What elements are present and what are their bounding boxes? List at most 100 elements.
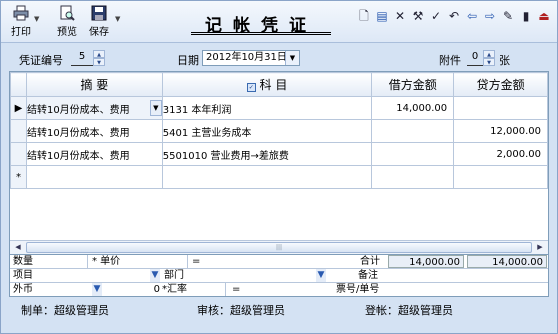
- debit-cell[interactable]: [371, 119, 455, 143]
- account-cell[interactable]: [161, 165, 373, 189]
- scroll-left-icon[interactable]: ◀: [12, 242, 24, 253]
- date-label: 日期: [177, 54, 199, 67]
- auditor-text: 审核：超级管理员: [197, 304, 285, 317]
- exit-icon[interactable]: ⏏: [537, 9, 551, 23]
- summary-cell[interactable]: 结转10月份成本、费用: [25, 142, 163, 166]
- row-gutter: [10, 119, 27, 143]
- price-field[interactable]: [126, 255, 188, 268]
- col-account[interactable]: ✓ 科 目: [161, 72, 373, 97]
- account-cell[interactable]: 3131 本年利润: [161, 96, 373, 120]
- brush-icon[interactable]: ✎: [501, 9, 515, 23]
- toolbar: 打印 ▼ 预览 保存 ▼ 记帐凭证 🗋 ▤ ✕ ⚒ ✓ ↶ ⇦ ⇨ ✎ ▮ ⏏: [1, 1, 557, 43]
- total-label: 合计: [360, 256, 380, 267]
- credit-cell[interactable]: 12,000.00: [453, 119, 548, 143]
- attach-label: 附件: [439, 54, 461, 67]
- previous-icon[interactable]: ⇦: [465, 9, 479, 23]
- rate-field[interactable]: [196, 283, 226, 296]
- checkbox-icon[interactable]: ✓: [246, 83, 256, 92]
- debit-cell[interactable]: 14,000.00: [371, 96, 455, 120]
- check-icon[interactable]: ✓: [429, 9, 443, 23]
- spin-down-icon[interactable]: ▼: [483, 58, 495, 66]
- printer-icon: [13, 5, 29, 21]
- date-picker[interactable]: 2012年10月31日 ▼: [202, 50, 300, 66]
- qty-label: 数量: [13, 256, 33, 267]
- qty-field[interactable]: [38, 255, 88, 268]
- scroll-right-icon[interactable]: ▶: [534, 242, 546, 253]
- summary-cell[interactable]: 结转10月份成本、费用 ▼: [25, 96, 163, 120]
- col-summary[interactable]: 摘 要: [25, 72, 163, 97]
- summary-cell[interactable]: [25, 165, 163, 189]
- currency-label: 外币: [13, 284, 33, 295]
- voucher-no-field[interactable]: 5: [71, 50, 93, 66]
- print-label: 打印: [11, 27, 31, 38]
- attach-unit: 张: [499, 54, 510, 67]
- save-button[interactable]: 保存: [87, 5, 111, 39]
- page-title: 记帐凭证: [191, 9, 331, 36]
- currency-dropdown-icon[interactable]: ▼: [92, 283, 102, 296]
- voucher-no-spinner[interactable]: ▲ ▼: [93, 50, 105, 66]
- summary-cell[interactable]: 结转10月份成本、费用: [25, 119, 163, 143]
- remark-field[interactable]: [388, 269, 548, 282]
- delete-row-icon[interactable]: ✕: [393, 9, 407, 23]
- preview-button[interactable]: 预览: [55, 5, 79, 39]
- price-label: * 单价: [92, 256, 121, 267]
- rate-eq: =: [232, 284, 241, 295]
- attach-count-field[interactable]: 0: [467, 50, 483, 66]
- print-button[interactable]: 打印: [9, 5, 33, 39]
- total-debit: 14,000.00: [388, 255, 464, 268]
- maker-text: 制单：超级管理员: [21, 304, 109, 317]
- currency-value[interactable]: 0: [150, 283, 160, 296]
- col-account-label: 科 目: [259, 78, 288, 92]
- preview-label: 预览: [57, 27, 77, 38]
- spin-down-icon[interactable]: ▼: [93, 58, 105, 66]
- dept-dropdown-icon[interactable]: ▼: [316, 269, 326, 282]
- table-row[interactable]: 结转10月份成本、费用 5401 主营业务成本 12,000.00: [10, 119, 548, 143]
- ticket-field[interactable]: [388, 283, 548, 296]
- horizontal-scrollbar[interactable]: ◀ ||| ▶: [10, 240, 548, 254]
- voucher-no-label: 凭证编号: [19, 54, 63, 67]
- save-icon: [91, 5, 107, 21]
- chevron-down-icon[interactable]: ▼: [285, 51, 299, 65]
- next-icon[interactable]: ⇨: [483, 9, 497, 23]
- tools-icon[interactable]: ⚒: [411, 9, 425, 23]
- dept-field[interactable]: [192, 269, 326, 282]
- scroll-thumb[interactable]: |||: [26, 242, 532, 253]
- row-gutter: [10, 142, 27, 166]
- spin-up-icon[interactable]: ▲: [93, 50, 105, 58]
- project-field[interactable]: [38, 269, 160, 282]
- project-label: 项目: [13, 270, 33, 281]
- account-cell[interactable]: 5501010 营业费用→差旅费: [161, 142, 373, 166]
- qty-eq: =: [192, 256, 201, 267]
- save-dropdown-icon[interactable]: ▼: [115, 15, 120, 23]
- credit-cell[interactable]: [453, 165, 548, 189]
- date-value: 2012年10月31日: [206, 52, 287, 63]
- save-label: 保存: [89, 27, 109, 38]
- new-row-marker: *: [10, 165, 27, 189]
- credit-cell[interactable]: [453, 96, 548, 120]
- attach-spinner[interactable]: ▲ ▼: [483, 50, 495, 66]
- insert-row-icon[interactable]: ▤: [375, 9, 389, 23]
- new-document-icon[interactable]: 🗋: [357, 9, 371, 23]
- chevron-down-icon[interactable]: ▼: [149, 100, 162, 116]
- table-row[interactable]: 结转10月份成本、费用 5501010 营业费用→差旅费 2,000.00: [10, 142, 548, 166]
- spin-up-icon[interactable]: ▲: [483, 50, 495, 58]
- table-row[interactable]: ▶ 结转10月份成本、费用 ▼ 3131 本年利润 14,000.00: [10, 96, 548, 120]
- current-row-pointer-icon: ▶: [10, 96, 27, 120]
- col-credit[interactable]: 贷方金额: [453, 72, 548, 97]
- entry-detail-panel: 数量 * 单价 = 合计 14,000.00 14,000.00 项目 ▼ 部门…: [9, 254, 549, 297]
- detail-row-qty: 数量 * 单价 = 合计 14,000.00 14,000.00: [10, 255, 548, 269]
- credit-cell[interactable]: 2,000.00: [453, 142, 548, 166]
- debit-cell[interactable]: [371, 165, 455, 189]
- table-row-new[interactable]: *: [10, 165, 548, 189]
- debit-cell[interactable]: [371, 142, 455, 166]
- print-dropdown-icon[interactable]: ▼: [34, 15, 39, 23]
- voucher-window: 打印 ▼ 预览 保存 ▼ 记帐凭证 🗋 ▤ ✕ ⚒ ✓ ↶ ⇦ ⇨ ✎ ▮ ⏏ …: [0, 0, 558, 334]
- project-dropdown-icon[interactable]: ▼: [150, 269, 160, 282]
- undo-arrow-icon[interactable]: ↶: [447, 9, 461, 23]
- account-cell[interactable]: 5401 主营业务成本: [161, 119, 373, 143]
- preview-icon: [60, 5, 75, 21]
- col-debit[interactable]: 借方金额: [371, 72, 455, 97]
- signature-bar: 制单：超级管理员 审核：超级管理员 登帐：超级管理员: [1, 299, 557, 319]
- currency-field[interactable]: [38, 283, 98, 296]
- attachment-icon[interactable]: ▮: [519, 9, 533, 23]
